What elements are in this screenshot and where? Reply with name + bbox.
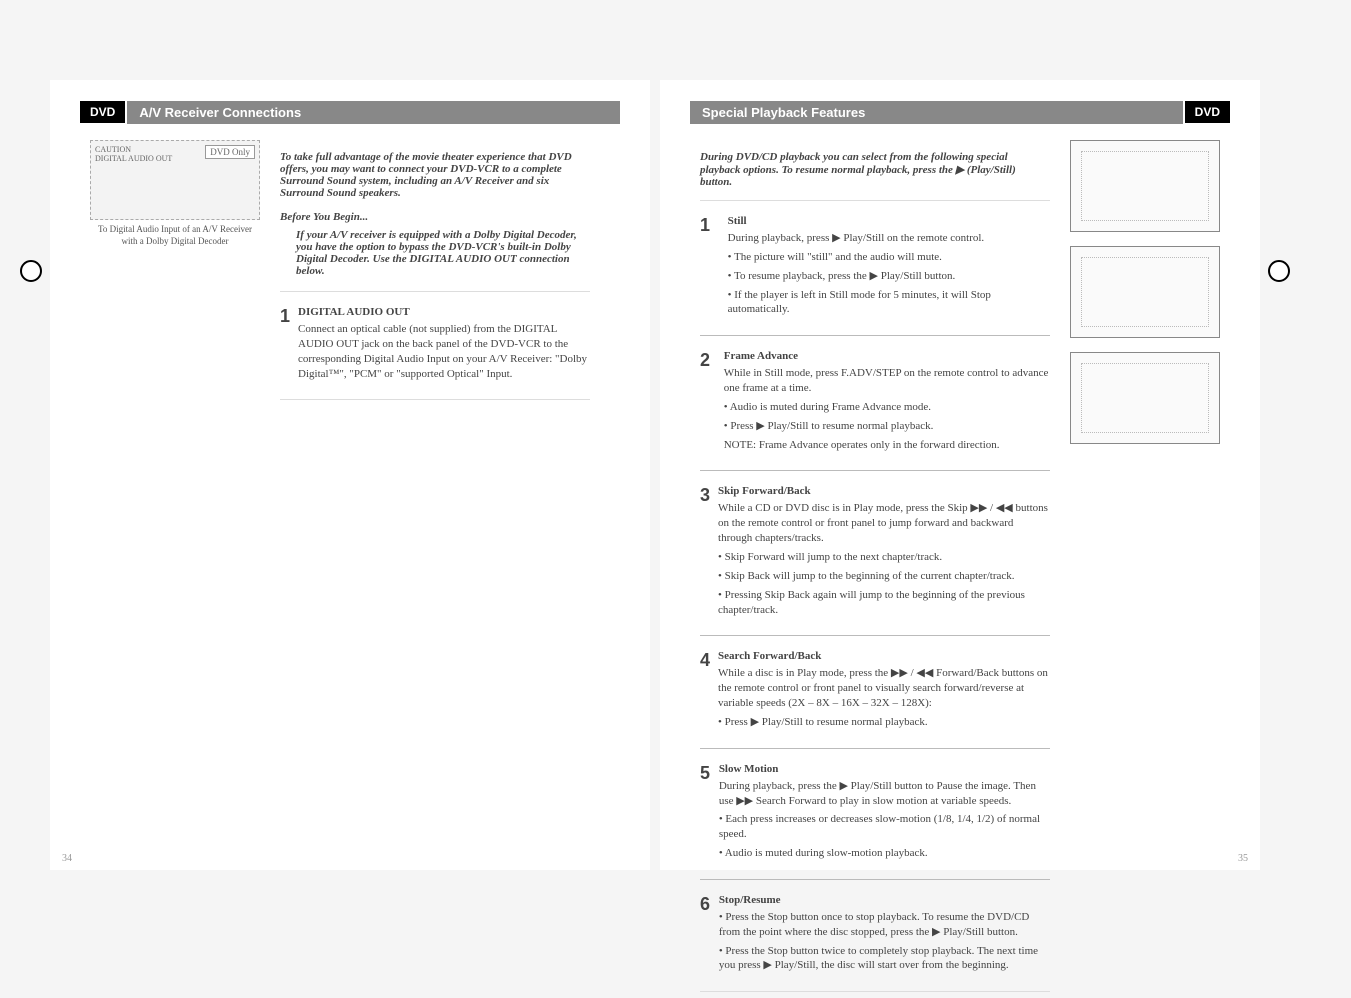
intro-text: During DVD/CD playback you can select fr… bbox=[700, 151, 1050, 188]
step-1: 1 DIGITAL AUDIO OUT Connect an optical c… bbox=[280, 306, 590, 385]
step-bullet: • Skip Back will jump to the beginning o… bbox=[718, 569, 1050, 584]
rear-panel-diagram: DVD Only CAUTION DIGITAL AUDIO OUT bbox=[90, 140, 260, 220]
binder-hole bbox=[1268, 260, 1290, 282]
page-header: Special Playback Features DVD bbox=[690, 100, 1230, 124]
remote-diagram-3 bbox=[1070, 352, 1220, 444]
step-text: While a disc is in Play mode, press the … bbox=[718, 666, 1050, 711]
step-bullet: • If the player is left in Still mode fo… bbox=[728, 288, 1050, 318]
page-title: A/V Receiver Connections bbox=[127, 101, 620, 124]
before-note: If your A/V receiver is equipped with a … bbox=[296, 229, 590, 277]
divider bbox=[280, 291, 590, 292]
step-bullet: • The picture will "still" and the audio… bbox=[728, 250, 1050, 265]
step-number: 6 bbox=[700, 894, 711, 977]
step-heading: Search Forward/Back bbox=[718, 650, 1050, 662]
remote-diagram-2 bbox=[1070, 246, 1220, 338]
step-heading: Slow Motion bbox=[719, 763, 1050, 775]
page-number: 34 bbox=[62, 853, 72, 864]
page-header: DVD A/V Receiver Connections bbox=[80, 100, 620, 124]
step-text: Connect an optical cable (not supplied) … bbox=[298, 322, 590, 381]
before-heading: Before You Begin... bbox=[280, 211, 590, 223]
divider bbox=[700, 748, 1050, 749]
step-number: 2 bbox=[700, 350, 716, 456]
feature-slow-motion: 5 Slow Motion During playback, press the… bbox=[700, 763, 1050, 865]
diagram-caption: To Digital Audio Input of an A/V Receive… bbox=[90, 224, 260, 247]
feature-still: 1 Still During playback, press ▶ Play/St… bbox=[700, 215, 1050, 321]
feature-stop-resume: 6 Stop/Resume • Press the Stop button on… bbox=[700, 894, 1050, 977]
divider bbox=[700, 200, 1050, 201]
step-number: 1 bbox=[700, 215, 720, 321]
step-bullet: • Audio is muted during slow-motion play… bbox=[719, 846, 1050, 861]
page-title: Special Playback Features bbox=[690, 101, 1183, 124]
divider bbox=[700, 635, 1050, 636]
intro-text: To take full advantage of the movie thea… bbox=[280, 151, 590, 199]
step-number: 5 bbox=[700, 763, 711, 865]
step-bullet: • Skip Forward will jump to the next cha… bbox=[718, 550, 1050, 565]
step-bullet: • Press the Stop button twice to complet… bbox=[719, 944, 1050, 974]
step-bullet: • Each press increases or decreases slow… bbox=[719, 812, 1050, 842]
divider bbox=[700, 991, 1050, 992]
step-text: While a CD or DVD disc is in Play mode, … bbox=[718, 501, 1050, 546]
feature-skip: 3 Skip Forward/Back While a CD or DVD di… bbox=[700, 485, 1050, 621]
section-tag: DVD bbox=[1185, 101, 1230, 123]
divider bbox=[700, 879, 1050, 880]
feature-frame-advance: 2 Frame Advance While in Still mode, pre… bbox=[700, 350, 1050, 456]
step-heading: Stop/Resume bbox=[719, 894, 1050, 906]
step-text: While in Still mode, press F.ADV/STEP on… bbox=[724, 366, 1050, 396]
step-bullet: NOTE: Frame Advance operates only in the… bbox=[724, 438, 1050, 453]
step-heading: DIGITAL AUDIO OUT bbox=[298, 306, 590, 318]
feature-search: 4 Search Forward/Back While a disc is in… bbox=[700, 650, 1050, 733]
section-tag: DVD bbox=[80, 101, 125, 123]
step-bullet: • Press ▶ Play/Still to resume normal pl… bbox=[724, 419, 1050, 434]
divider bbox=[700, 470, 1050, 471]
step-number: 3 bbox=[700, 485, 710, 621]
step-bullet: • Press ▶ Play/Still to resume normal pl… bbox=[718, 715, 1050, 730]
manual-left-page: DVD A/V Receiver Connections DVD Only CA… bbox=[50, 80, 650, 870]
step-heading: Frame Advance bbox=[724, 350, 1050, 362]
step-bullet: • Pressing Skip Back again will jump to … bbox=[718, 588, 1050, 618]
step-heading: Still bbox=[728, 215, 1050, 227]
divider bbox=[700, 335, 1050, 336]
step-number: 1 bbox=[280, 306, 290, 385]
step-bullet: • Press the Stop button once to stop pla… bbox=[719, 910, 1050, 940]
step-bullet: • To resume playback, press the ▶ Play/S… bbox=[728, 269, 1050, 284]
step-number: 4 bbox=[700, 650, 710, 733]
step-bullet: • Audio is muted during Frame Advance mo… bbox=[724, 400, 1050, 415]
step-text: During playback, press ▶ Play/Still on t… bbox=[728, 231, 1050, 246]
page-number: 35 bbox=[1238, 853, 1248, 864]
manual-right-page: Special Playback Features DVD During DVD… bbox=[660, 80, 1260, 870]
remote-diagram-1 bbox=[1070, 140, 1220, 232]
binder-hole bbox=[20, 260, 42, 282]
step-heading: Skip Forward/Back bbox=[718, 485, 1050, 497]
divider bbox=[280, 399, 590, 400]
step-text: During playback, press the ▶ Play/Still … bbox=[719, 779, 1050, 809]
